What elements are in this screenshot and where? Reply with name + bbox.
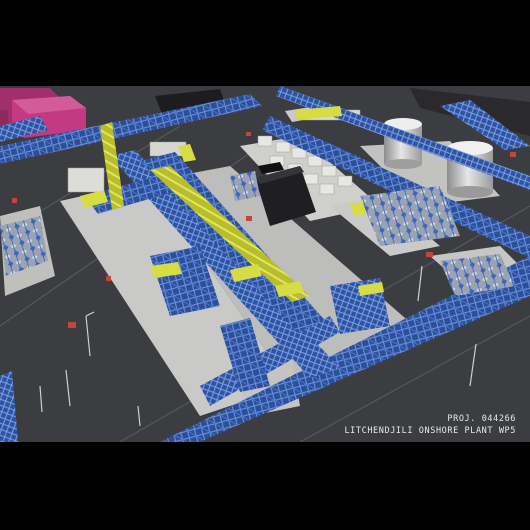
plant-3d-render	[0, 86, 530, 442]
letterbox-top	[0, 0, 530, 86]
plant-render-image	[0, 86, 530, 442]
plant-name: LITCHENDJILI ONSHORE PLANT WP5	[344, 426, 516, 436]
project-caption: PROJ. 044266 LITCHENDJILI ONSHORE PLANT …	[344, 413, 516, 437]
project-number: PROJ. 044266	[447, 414, 516, 424]
letterbox-bottom	[0, 442, 530, 530]
